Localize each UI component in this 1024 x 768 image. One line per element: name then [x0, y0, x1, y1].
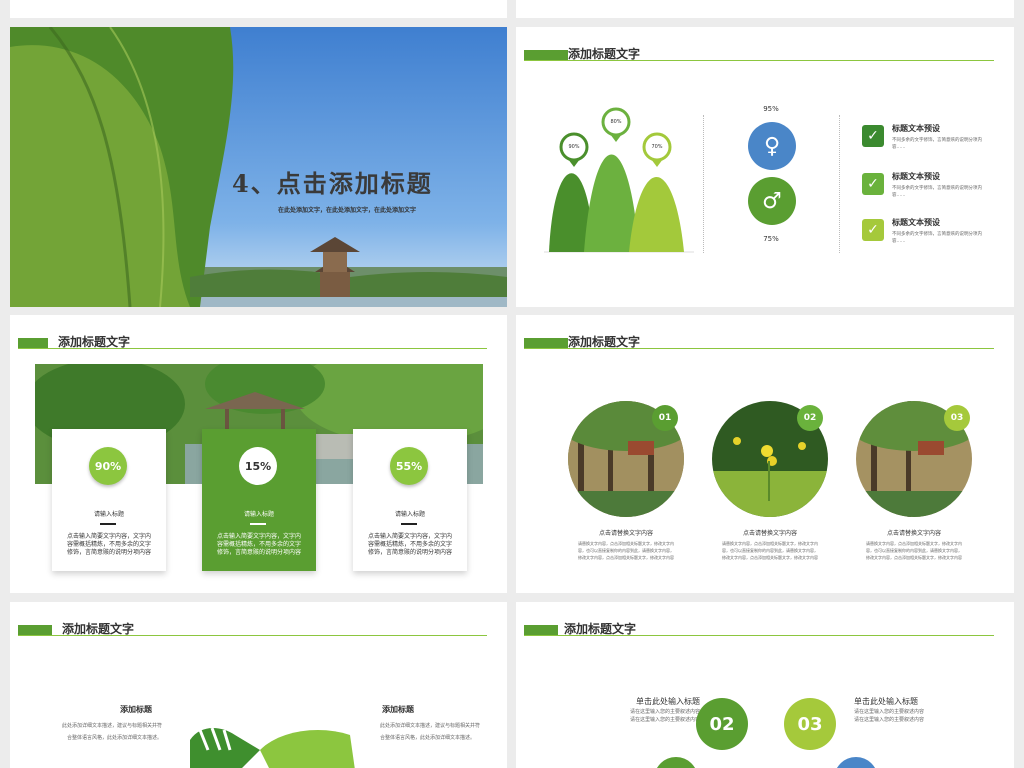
mountain-2-pct: 80%: [610, 119, 622, 125]
left-title[interactable]: 单击此处输入标题: [590, 696, 700, 707]
right-title[interactable]: 添加标题: [382, 704, 414, 715]
slide-title-photo[interactable]: 4、点击添加标题 在此处添加文字，在此处添加文字，在此处添加文字: [10, 27, 507, 307]
circle-number: 02: [797, 405, 823, 431]
circle-caption[interactable]: 点击请替换文字内容: [712, 528, 828, 537]
circle-text: 请替换文字内容，点击添加相关标题文字，修改文字内容，也可以直接复制你的内容到此，…: [722, 541, 818, 560]
slide-header: 添加标题文字: [516, 315, 1014, 355]
circle-number: 01: [652, 405, 678, 431]
female-icon: ♀: [748, 122, 796, 170]
handshake-icon: [190, 727, 355, 768]
item-title: 标题文本预设: [892, 218, 940, 227]
divider-dotted-2: [839, 115, 840, 253]
slide-percent-cards[interactable]: 添加标题文字 90% 请输入标题 点击输入简要文字内容，文字内容需概括精炼，不用…: [10, 315, 507, 593]
male-pct: 75%: [763, 235, 779, 243]
circle-partial-blue: [834, 757, 878, 768]
card-label: 请输入标题: [93, 511, 124, 518]
card-divider: [401, 523, 417, 525]
right-text: 此处添加详细文本描述，建议与标题相关并符合整体语言风格，此处添加详细文本描述。: [380, 723, 481, 741]
card-divider: [100, 523, 116, 525]
slide-mountain-chart[interactable]: 添加标题文字 90% 80% 70% 95% ♀ ♂ 75% ✓ 标题文本预设 …: [516, 27, 1014, 307]
right-title[interactable]: 单击此处输入标题: [854, 696, 918, 707]
slide-partial-top-left[interactable]: [10, 0, 507, 18]
male-icon: ♂: [748, 177, 796, 225]
percent-card[interactable]: 90% 请输入标题 点击输入简要文字内容，文字内容需概括精炼，不用多余的文字修饰…: [52, 429, 166, 571]
card-percent: 15%: [239, 447, 277, 485]
left-text: 请在这里输入您的主要叙述内容 请在这里输入您的主要叙述内容: [629, 709, 700, 723]
header-divider: [524, 348, 994, 349]
card-label: 请输入标题: [243, 511, 274, 518]
item-list: ✓ 标题文本预设 不同多余的文字修饰，言简意赅的说明分项内容…… ✓ 标题文本预…: [862, 123, 1002, 263]
divider-dotted-1: [703, 115, 704, 253]
slide-header: 添加标题文字: [516, 27, 1014, 67]
card-percent: 55%: [390, 447, 428, 485]
checkmark-icon: ✓: [862, 219, 884, 241]
header-divider: [18, 635, 487, 636]
list-item[interactable]: ✓ 标题文本预设 不同多余的文字修饰，言简意赅的说明分项内容……: [862, 123, 1002, 171]
item-text: 不同多余的文字修饰，言简意赅的说明分项内容……: [892, 186, 982, 198]
header-accent: [524, 625, 558, 635]
percent-card[interactable]: 55% 请输入标题 点击输入简要文字内容，文字内容需概括精炼，不用多余的文字修饰…: [353, 429, 467, 571]
mountain-chart: [544, 107, 694, 253]
number-badge-03: 03: [784, 698, 836, 750]
circle-text: 请替换文字内容，点击添加相关标题文字，修改文字内容，也可以直接复制你的内容到此，…: [866, 541, 962, 560]
checkmark-icon: ✓: [862, 173, 884, 195]
mountain-3: [629, 177, 684, 252]
slide-header: 添加标题文字: [10, 315, 507, 355]
list-item[interactable]: ✓ 标题文本预设 不同多余的文字修饰，言简意赅的说明分项内容……: [862, 217, 1002, 263]
left-title[interactable]: 添加标题: [120, 704, 152, 715]
circle-text: 请替换文字内容，点击添加相关标题文字，修改文字内容，也可以直接复制你的内容到此，…: [578, 541, 674, 560]
item-text: 不同多余的文字修饰，言简意赅的说明分项内容……: [892, 232, 982, 244]
circle-caption[interactable]: 点击请替换文字内容: [856, 528, 972, 537]
mountain-3-pct: 70%: [651, 144, 663, 150]
pin-3: [642, 132, 672, 167]
card-text: 点击输入简要文字内容，文字内容需概括精炼，不用多余的文字修饰，言简意赅的说明分项…: [66, 533, 151, 556]
pin-2: [601, 107, 631, 142]
card-label: 请输入标题: [394, 511, 425, 518]
percent-card-highlight[interactable]: 15% 请输入标题 点击输入简要文字内容，文字内容需概括精炼，不用多余的文字修饰…: [202, 429, 316, 571]
mountain-1-pct: 90%: [568, 144, 580, 150]
list-item[interactable]: ✓ 标题文本预设 不同多余的文字修饰，言简意赅的说明分项内容……: [862, 171, 1002, 217]
slide-partial-top-right[interactable]: [516, 0, 1014, 18]
header-divider: [18, 348, 487, 349]
header-accent: [18, 625, 52, 635]
left-text: 此处添加详细文本描述，建议与标题相关并符合整体语言风格，此处添加详细文本描述。: [62, 723, 163, 741]
slide-numbered[interactable]: 添加标题文字 单击此处输入标题 请在这里输入您的主要叙述内容 请在这里输入您的主…: [516, 602, 1014, 768]
item-title: 标题文本预设: [892, 172, 940, 181]
number-badge-02: 02: [696, 698, 748, 750]
header-divider: [524, 60, 994, 61]
slide-header: 添加标题文字: [516, 602, 1014, 642]
card-divider: [250, 523, 266, 525]
circle-caption[interactable]: 点击请替换文字内容: [568, 528, 684, 537]
item-title: 标题文本预设: [892, 124, 940, 133]
header-accent: [18, 338, 48, 348]
circle-partial-green: [654, 757, 698, 768]
slide-subtitle[interactable]: 在此处添加文字，在此处添加文字，在此处添加文字: [278, 205, 416, 214]
card-percent: 90%: [89, 447, 127, 485]
item-text: 不同多余的文字修饰，言简意赅的说明分项内容……: [892, 138, 982, 150]
female-pct: 95%: [763, 105, 779, 113]
slide-header: 添加标题文字: [10, 602, 507, 642]
card-text: 点击输入简要文字内容，文字内容需概括精炼，不用多余的文字修饰，言简意赅的说明分项…: [216, 533, 301, 556]
header-divider: [524, 635, 994, 636]
slide-title[interactable]: 4、点击添加标题: [232, 164, 433, 199]
card-text: 点击输入简要文字内容，文字内容需概括精炼，不用多余的文字修饰，言简意赅的说明分项…: [367, 533, 452, 556]
slide-handshake[interactable]: 添加标题文字 添加标题 此处添加详细文本描述，建议与标题相关并符合整体语言风格，…: [10, 602, 507, 768]
circle-number: 03: [944, 405, 970, 431]
pin-1: [559, 132, 589, 167]
slide-circle-photos[interactable]: 添加标题文字 01 02 03 点击请替换文字内容 请替换文字内容，点击添加相关…: [516, 315, 1014, 593]
header-accent: [524, 50, 568, 60]
checkmark-icon: ✓: [862, 125, 884, 147]
header-accent: [524, 338, 568, 348]
right-text: 请在这里输入您的主要叙述内容 请在这里输入您的主要叙述内容: [854, 709, 925, 723]
